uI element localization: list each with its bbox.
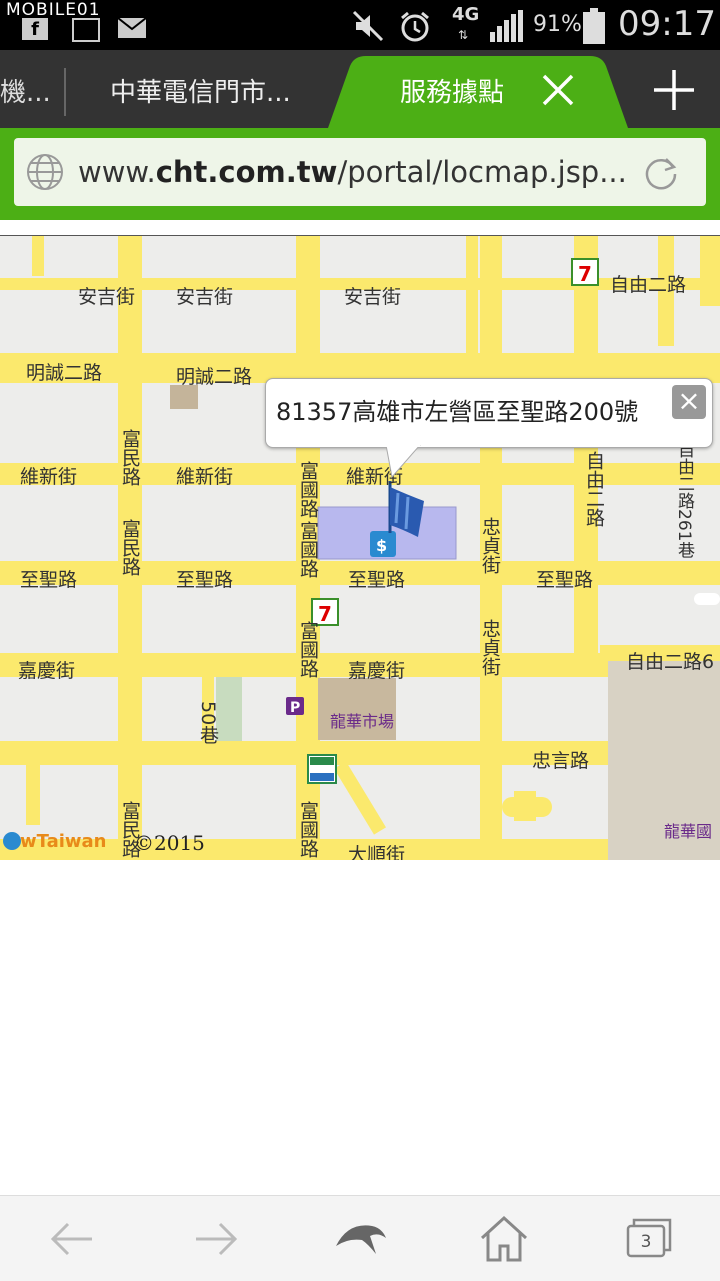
street-label: 自由二路: [583, 451, 605, 527]
battery-percent: 91%: [533, 12, 582, 37]
data-arrows-icon: ⇅: [458, 28, 469, 42]
battery-icon: [583, 8, 605, 48]
callout-address: 81357高雄市左營區至聖路200號: [276, 398, 639, 426]
tab-divider: [64, 68, 66, 116]
street-label: 嘉慶街: [18, 660, 75, 682]
svg-text:P: P: [290, 700, 300, 716]
clock: 09:17: [618, 4, 716, 44]
alarm-icon: [398, 10, 432, 48]
park-strip: [216, 677, 242, 741]
street-label: 富國路: [297, 521, 319, 578]
svg-text:7: 7: [318, 602, 332, 626]
street-label: 富國路: [297, 461, 319, 518]
mail-icon: [117, 17, 147, 42]
callout-pointer: [386, 445, 421, 479]
address-bar-container: www.cht.com.tw/portal/locmap.jsp...: [0, 128, 720, 220]
mobile01-watermark: MOBILE01: [6, 0, 101, 20]
street-label: 安吉街: [176, 286, 233, 308]
street-label: 自由二路6: [626, 651, 714, 673]
facebook-icon: f: [22, 18, 48, 40]
close-tab-icon[interactable]: [540, 72, 576, 108]
svg-text:7: 7: [578, 262, 592, 286]
svg-text:$: $: [376, 536, 387, 555]
street-label: 忠貞街: [479, 619, 501, 676]
tab-cht-store[interactable]: 中華電信門市...: [110, 50, 310, 128]
url-prefix: www.: [78, 155, 156, 189]
street-label: 富國路: [297, 621, 319, 678]
globe-icon: [26, 153, 64, 195]
tabs-button[interactable]: 3: [618, 1214, 678, 1264]
dolphin-icon[interactable]: [330, 1214, 390, 1264]
url-text[interactable]: www.cht.com.tw/portal/locmap.jsp...: [78, 138, 638, 206]
map-canvas[interactable]: 7 7 P $ 安吉街 安吉街 安吉街 明誠二路 明誠二路 維新街 維新街 維新…: [0, 236, 720, 860]
gallery-icon: [72, 18, 100, 42]
street-label: 至聖路: [536, 569, 593, 591]
forward-button[interactable]: [186, 1214, 246, 1264]
mute-icon: [352, 10, 384, 46]
address-bar[interactable]: www.cht.com.tw/portal/locmap.jsp...: [14, 138, 706, 206]
street-label: 至聖路: [176, 569, 233, 591]
tab-label: 服務據點: [400, 78, 505, 108]
address-callout[interactable]: 81357高雄市左營區至聖路200號 ×: [265, 378, 713, 479]
tab-previous[interactable]: 機...: [0, 50, 60, 128]
street-label: 忠貞街: [479, 517, 501, 574]
signal-icon: [490, 10, 524, 46]
map-building: [170, 385, 198, 409]
street-label: 至聖路: [348, 569, 405, 591]
svg-text:wTaiwan: wTaiwan: [20, 831, 107, 852]
street-label: 自由二路: [610, 274, 686, 296]
map-view[interactable]: 7 7 P $ 安吉街 安吉街 安吉街 明誠二路 明誠二路 維新街 維新街 維新…: [0, 235, 720, 860]
street-label: 忠言路: [532, 750, 589, 772]
street-label: 安吉街: [78, 286, 135, 308]
browser-tab-bar: 機... 中華電信門市... 服務據點: [0, 50, 720, 128]
street-label: 嘉慶街: [348, 660, 405, 682]
street-label: 自由二路261巷: [674, 441, 695, 558]
browser-bottom-bar: 3: [0, 1195, 720, 1281]
street-label: 明誠二路: [26, 362, 102, 384]
url-path: /portal/locmap.jsp...: [337, 155, 627, 189]
street-label: 50巷: [197, 701, 219, 744]
tab-label: 中華電信門市...: [110, 78, 291, 108]
street-label: 至聖路: [20, 569, 77, 591]
status-bar: MOBILE01 f 4G ⇅ 91% 09:17: [0, 0, 720, 50]
network-type: 4G: [452, 4, 480, 25]
home-button[interactable]: [474, 1214, 534, 1264]
street-label: 富民路: [119, 519, 141, 576]
back-button[interactable]: [42, 1214, 102, 1264]
tab-service-locations[interactable]: 服務據點: [400, 50, 530, 128]
street-label: 富民路: [119, 429, 141, 486]
street-label: 明誠二路: [176, 366, 252, 388]
tab-label: 機...: [0, 78, 51, 108]
callout-close-button[interactable]: ×: [672, 385, 706, 419]
street-label: 安吉街: [344, 286, 401, 308]
reload-icon[interactable]: [642, 153, 680, 195]
street-label: 大順街: [348, 844, 405, 860]
url-domain: cht.com.tw: [155, 155, 338, 189]
street-label: 維新街: [20, 466, 77, 488]
new-tab-icon[interactable]: [652, 68, 696, 112]
street-label: 維新街: [176, 466, 233, 488]
tab-count: 3: [640, 1232, 652, 1252]
street-label: 富國路: [297, 801, 319, 858]
poi-label: 龍華市場: [330, 712, 394, 731]
poi-label: 龍華國: [664, 822, 712, 841]
map-copyright: ©2015: [134, 831, 205, 855]
